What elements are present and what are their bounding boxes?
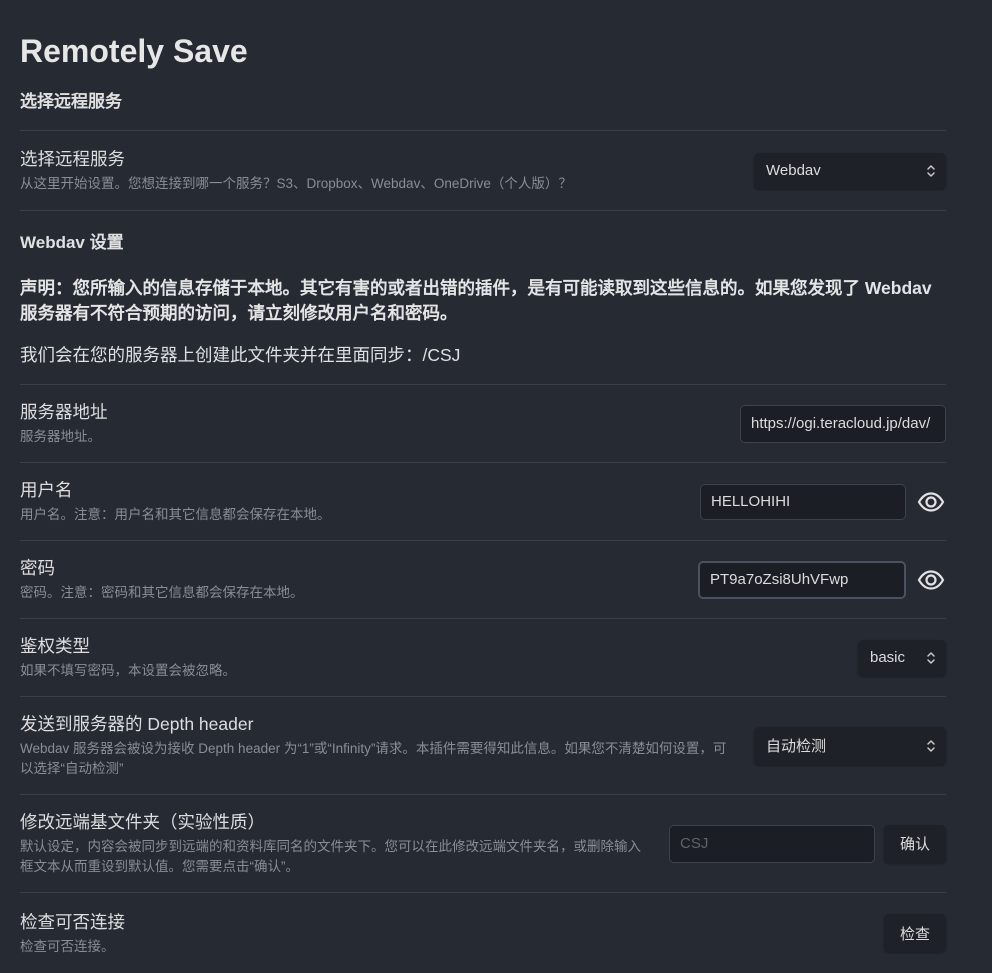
confirm-button[interactable]: 确认 xyxy=(884,824,946,863)
setting-description: 如果不填写密码，本设置会被忽略。 xyxy=(20,663,236,678)
check-connection-button[interactable]: 检查 xyxy=(884,914,946,952)
setting-control: basic xyxy=(858,639,946,676)
setting-row-auth-type: 鉴权类型 如果不填写密码，本设置会被忽略。 basic xyxy=(20,619,946,697)
setting-row-server-address: 服务器地址 服务器地址。 xyxy=(20,385,946,463)
setting-control xyxy=(700,483,946,520)
setting-name: 密码 xyxy=(20,558,55,578)
setting-info: 发送到服务器的 Depth header Webdav 服务器会被设为接收 De… xyxy=(20,712,754,779)
setting-control: 自动检测 xyxy=(754,726,946,765)
setting-info: 选择远程服务 从这里开始设置。您想连接到哪一个服务？S3、Dropbox、Web… xyxy=(20,147,754,194)
chevron-updown-icon xyxy=(926,650,936,666)
setting-description: 服务器地址。 xyxy=(20,429,101,444)
chevron-updown-icon xyxy=(926,738,936,754)
setting-name: 发送到服务器的 Depth header xyxy=(20,714,254,734)
remote-service-select[interactable]: Webdav xyxy=(754,152,946,189)
setting-description: Webdav 服务器会被设为接收 Depth header 为“1”或“Infi… xyxy=(20,741,727,776)
setting-name: 服务器地址 xyxy=(20,402,108,422)
eye-icon[interactable] xyxy=(916,565,946,595)
setting-info: 修改远端基文件夹（实验性质） 默认设定，内容会被同步到远端的和资料库同名的文件夹… xyxy=(20,810,669,877)
setting-info: 鉴权类型 如果不填写密码，本设置会被忽略。 xyxy=(20,634,858,681)
depth-header-select[interactable]: 自动检测 xyxy=(754,726,946,765)
setting-description: 用户名。注意：用户名和其它信息都会保存在本地。 xyxy=(20,507,331,522)
setting-control xyxy=(740,404,946,443)
setting-info: 用户名 用户名。注意：用户名和其它信息都会保存在本地。 xyxy=(20,478,700,525)
setting-description: 密码。注意：密码和其它信息都会保存在本地。 xyxy=(20,585,304,600)
chevron-updown-icon xyxy=(926,163,936,179)
setting-control: Webdav xyxy=(754,152,946,189)
setting-info: 检查可否连接 检查可否连接。 xyxy=(20,910,884,957)
setting-description: 从这里开始设置。您想连接到哪一个服务？S3、Dropbox、Webdav、One… xyxy=(20,176,572,191)
setting-control xyxy=(698,560,946,599)
server-address-input[interactable] xyxy=(740,404,946,443)
settings-page: Remotely Save 选择远程服务 选择远程服务 从这里开始设置。您想连接… xyxy=(0,0,992,973)
section-heading-service: 选择远程服务 xyxy=(20,70,946,131)
eye-icon[interactable] xyxy=(916,487,946,517)
setting-name: 用户名 xyxy=(20,480,73,500)
setting-name: 修改远端基文件夹（实验性质） xyxy=(20,812,265,832)
auth-type-select[interactable]: basic xyxy=(858,639,946,676)
section-heading-webdav: Webdav 设置 xyxy=(20,233,124,252)
setting-info: 密码 密码。注意：密码和其它信息都会保存在本地。 xyxy=(20,556,698,603)
remote-base-dir-input[interactable] xyxy=(669,824,875,863)
setting-name: 鉴权类型 xyxy=(20,636,90,656)
setting-row-password: 密码 密码。注意：密码和其它信息都会保存在本地。 xyxy=(20,541,946,619)
setting-name: 选择远程服务 xyxy=(20,149,125,169)
username-input[interactable] xyxy=(700,483,906,520)
auth-type-selected-value: basic xyxy=(870,649,906,666)
setting-row-remote-service: 选择远程服务 从这里开始设置。您想连接到哪一个服务？S3、Dropbox、Web… xyxy=(20,131,946,211)
security-notice: 声明：您所输入的信息存储于本地。其它有害的或者出错的插件，是有可能读取到这些信息… xyxy=(20,278,932,323)
setting-row-username: 用户名 用户名。注意：用户名和其它信息都会保存在本地。 xyxy=(20,463,946,541)
depth-header-selected-value: 自动检测 xyxy=(766,738,827,755)
remote-service-selected-value: Webdav xyxy=(766,162,821,179)
setting-description: 默认设定，内容会被同步到远端的和资料库同名的文件夹下。您可以在此修改远端文件夹名… xyxy=(20,839,641,874)
sync-folder-info: 我们会在您的服务器上创建此文件夹并在里面同步：/CSJ xyxy=(20,343,946,385)
setting-control: 检查 xyxy=(884,914,946,952)
setting-row-remote-base-dir: 修改远端基文件夹（实验性质） 默认设定，内容会被同步到远端的和资料库同名的文件夹… xyxy=(20,795,946,893)
setting-control: 确认 xyxy=(669,824,946,863)
setting-row-depth-header: 发送到服务器的 Depth header Webdav 服务器会被设为接收 De… xyxy=(20,697,946,795)
app-title: Remotely Save xyxy=(20,33,248,69)
setting-name: 检查可否连接 xyxy=(20,911,125,932)
setting-row-check-connection: 检查可否连接 检查可否连接。 检查 xyxy=(20,893,946,973)
setting-description: 检查可否连接。 xyxy=(20,938,115,954)
setting-info: 服务器地址 服务器地址。 xyxy=(20,400,740,447)
password-input[interactable] xyxy=(698,560,906,599)
